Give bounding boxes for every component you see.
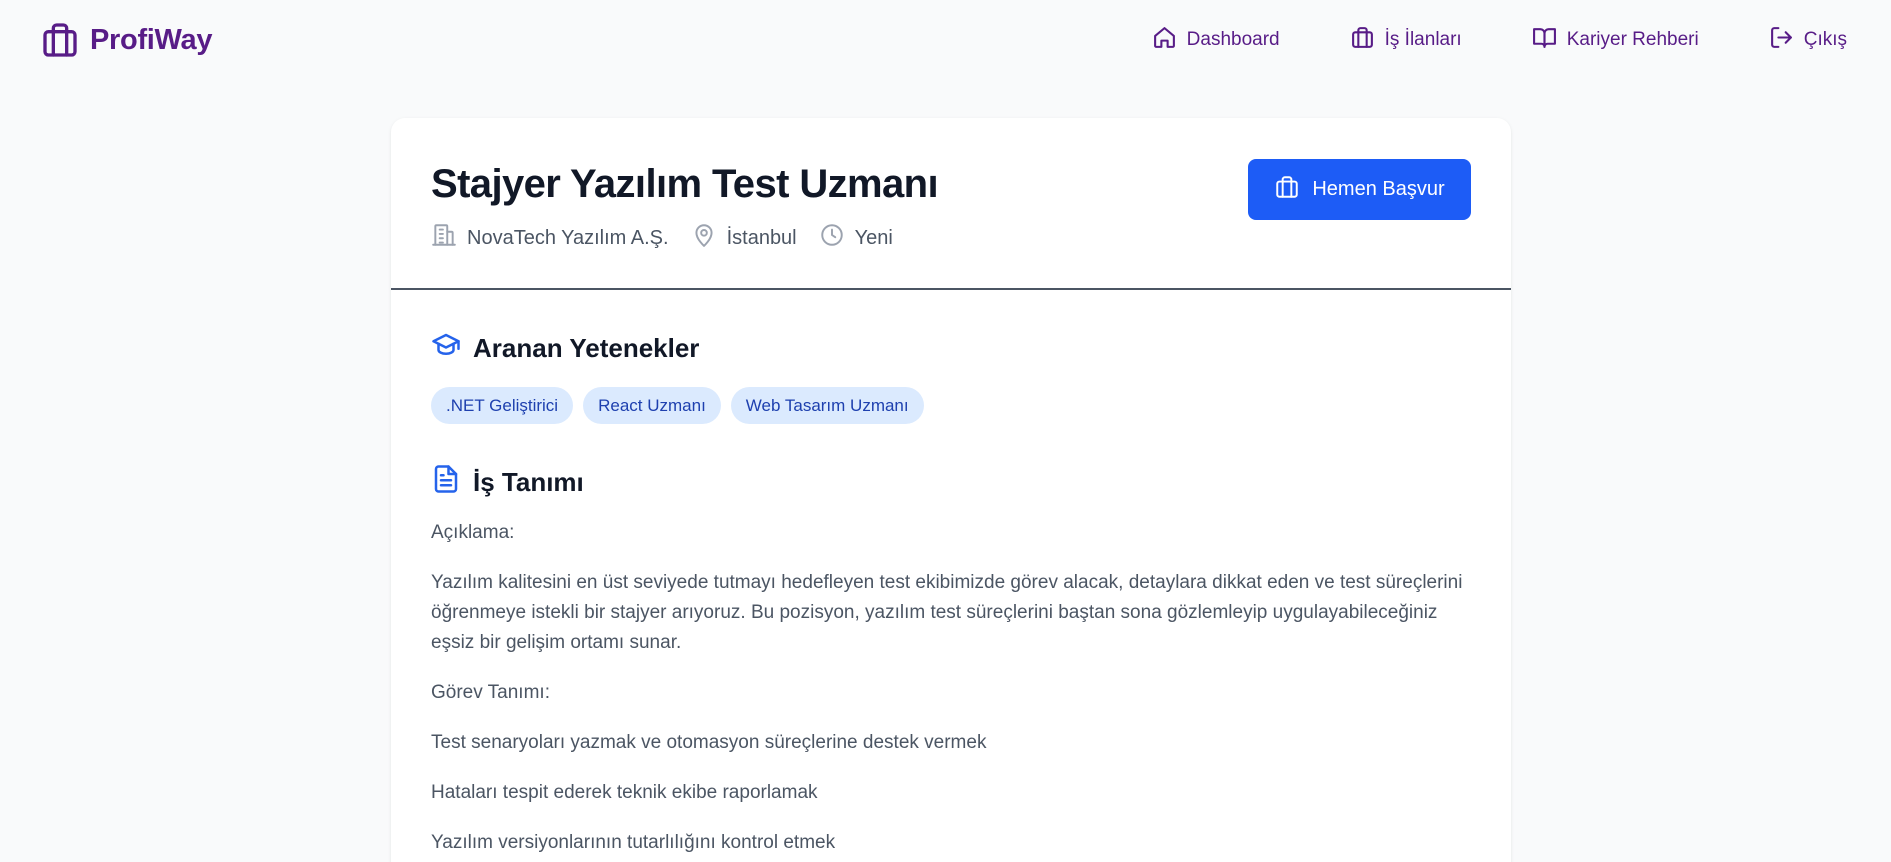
description-label: Açıklama: xyxy=(431,522,515,543)
brand-logo-link[interactable]: ProfiWay xyxy=(40,20,213,60)
top-navbar: ProfiWay Dashboard İş İlanları Kariyer R… xyxy=(0,0,1891,80)
job-body: Aranan Yetenekler .NET Geliştirici React… xyxy=(391,290,1511,858)
company-meta: NovaTech Yazılım A.Ş. xyxy=(431,222,669,254)
graduation-cap-icon xyxy=(431,330,461,367)
skill-badge: React Uzmanı xyxy=(583,387,721,424)
document-icon xyxy=(431,464,461,501)
nav-logout[interactable]: Çıkış xyxy=(1769,25,1847,56)
apply-now-label: Hemen Başvur xyxy=(1312,178,1445,200)
description-section-title: İş Tanımı xyxy=(431,464,1471,501)
main-nav: Dashboard İş İlanları Kariyer Rehberi Çı… xyxy=(1082,25,1847,56)
briefcase-logo-icon xyxy=(40,20,80,60)
brand-name: ProfiWay xyxy=(90,23,213,56)
apply-now-button[interactable]: Hemen Başvur xyxy=(1248,159,1471,220)
skills-section-title: Aranan Yetenekler xyxy=(431,330,1471,367)
job-header: Stajyer Yazılım Test Uzmanı NovaTech Yaz… xyxy=(391,118,1511,290)
nav-job-listings-label: İş İlanları xyxy=(1384,29,1462,50)
nav-logout-label: Çıkış xyxy=(1803,29,1847,50)
posted-text: Yeni xyxy=(854,226,893,249)
nav-job-listings[interactable]: İş İlanları xyxy=(1350,25,1462,56)
company-name: NovaTech Yazılım A.Ş. xyxy=(467,226,669,249)
description-title-text: İş Tanımı xyxy=(473,467,584,497)
skill-badge-list: .NET Geliştirici React Uzmanı Web Tasarı… xyxy=(431,387,1471,424)
job-meta: NovaTech Yazılım A.Ş. İstanbul Yeni xyxy=(431,222,1471,254)
posted-meta: Yeni xyxy=(819,222,893,254)
logout-icon xyxy=(1769,25,1794,56)
briefcase-icon xyxy=(1274,174,1300,206)
location-meta: İstanbul xyxy=(691,222,797,254)
duty-item: Hataları tespit ederek teknik ekibe rapo… xyxy=(431,782,818,803)
nav-dashboard-label: Dashboard xyxy=(1186,29,1280,50)
building-icon xyxy=(431,222,457,254)
map-pin-icon xyxy=(691,222,717,254)
clock-icon xyxy=(819,222,845,254)
skill-badge: Web Tasarım Uzmanı xyxy=(730,387,924,424)
duty-item: Test senaryoları yazmak ve otomasyon sür… xyxy=(431,732,987,753)
location-text: İstanbul xyxy=(726,226,797,249)
duty-item: Yazılım versiyonlarının tutarlılığını ko… xyxy=(431,832,836,853)
skill-badge: .NET Geliştirici xyxy=(431,387,574,424)
nav-career-guide-label: Kariyer Rehberi xyxy=(1566,29,1699,50)
book-icon xyxy=(1532,25,1557,56)
job-detail-card: Stajyer Yazılım Test Uzmanı NovaTech Yaz… xyxy=(391,118,1511,862)
briefcase-icon xyxy=(1350,25,1375,56)
job-description: Açıklama: Yazılım kalitesini en üst sevi… xyxy=(431,518,1471,858)
nav-career-guide[interactable]: Kariyer Rehberi xyxy=(1532,25,1699,56)
nav-dashboard[interactable]: Dashboard xyxy=(1152,25,1280,56)
home-icon xyxy=(1152,25,1177,56)
description-text: Yazılım kalitesini en üst seviyede tutma… xyxy=(431,572,1463,653)
skills-title-text: Aranan Yetenekler xyxy=(473,333,700,363)
duties-label: Görev Tanımı: xyxy=(431,682,550,703)
